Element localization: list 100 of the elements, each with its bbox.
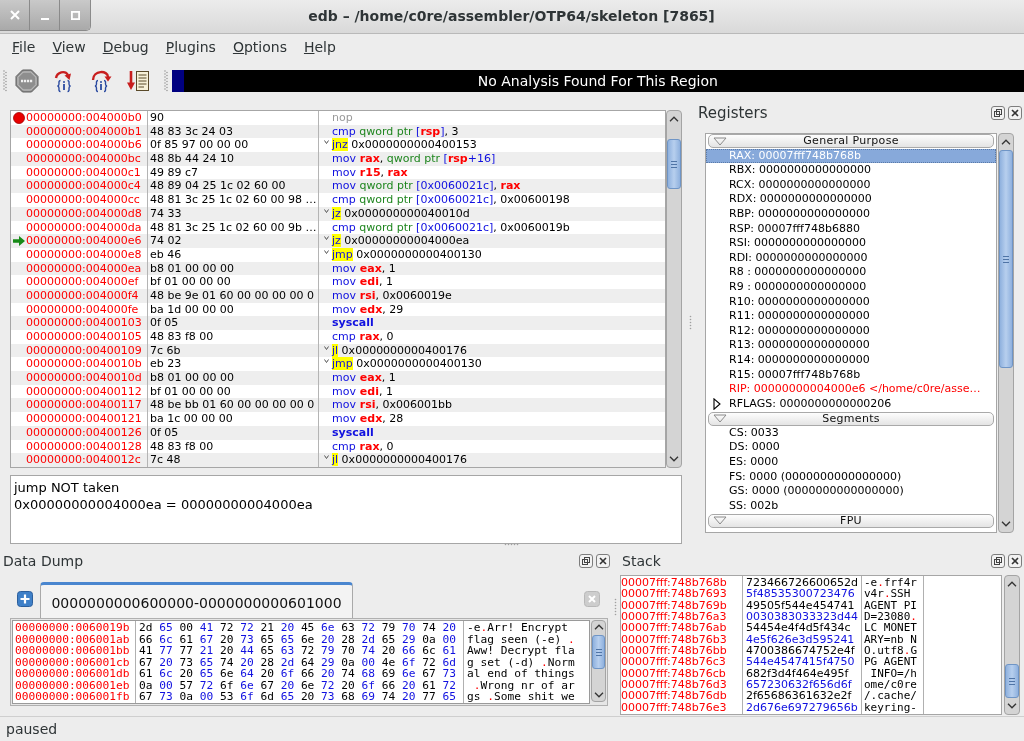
bytes-cell: 48 83 f8 00 <box>148 330 319 344</box>
register-row[interactable]: R15: 00007fff748b768b <box>706 367 996 383</box>
chevron-up-icon[interactable] <box>1001 139 1011 145</box>
address-cell-text: 00007fff:748b769b <box>621 599 728 612</box>
register-row[interactable]: RIP: 00000000004000e6 </home/c0re/asse… <box>706 382 996 397</box>
register-row[interactable]: R14: 0000000000000000 <box>706 352 996 368</box>
menu-item[interactable]: Help <box>295 37 344 57</box>
scrollbar[interactable] <box>998 133 1014 533</box>
bytes-cell: b8 01 00 00 00 <box>148 261 319 276</box>
disassembly-row[interactable]: 00000000:004000e6 74 02 jz 0x00000000004000ea <box>11 234 665 248</box>
address-cell-text: 00007fff:748b76bb <box>621 645 728 657</box>
register-row[interactable]: DS: 0000 <box>706 440 996 456</box>
disassembly-row[interactable]: 00000000:004000cc 48 81 3c 25 1c 02 60 00 98 … cmp qword ptr [0x0060021c], 0x00600198 <box>11 193 665 207</box>
address-cell: 00000000:00400121 <box>26 412 148 426</box>
stop-button[interactable] <box>12 66 42 96</box>
scroll-thumb[interactable] <box>592 635 605 669</box>
breakpoint-dot-icon[interactable] <box>12 111 25 124</box>
register-row[interactable]: GS: 0000 (0000000000000000) <box>706 484 996 499</box>
disassembly-row[interactable]: 00000000:004000b1 48 83 3c 24 03 cmp qword ptr [rsp], 3 <box>11 124 665 139</box>
scroll-thumb[interactable] <box>999 150 1013 368</box>
float-icon[interactable] <box>991 554 1005 568</box>
scroll-thumb[interactable] <box>1005 664 1019 698</box>
float-icon[interactable] <box>991 106 1005 120</box>
close-icon[interactable] <box>596 554 610 568</box>
menu-item[interactable]: Plugins <box>157 37 224 57</box>
disassembly-row[interactable]: 00000000:00400121 ba 1c 00 00 00 mov edx, 28 <box>11 412 665 426</box>
splitter-handle-icon[interactable] <box>504 543 520 546</box>
register-row[interactable]: FS: 0000 (0000000000000000) <box>706 469 996 485</box>
register-row[interactable]: ES: 0000 <box>706 455 996 470</box>
disassembly-row[interactable]: 00000000:004000ef bf 01 00 00 00 mov edi, 1 <box>11 275 665 289</box>
scrollbar[interactable] <box>666 110 682 468</box>
disassembly-row[interactable]: 00000000:00400126 0f 05 syscall <box>11 425 665 440</box>
menu-item[interactable]: File <box>4 37 44 57</box>
close-button[interactable] <box>0 0 30 30</box>
disassembly-row[interactable]: 00000000:0040010d b8 01 00 00 00 mov eax, 1 <box>11 371 665 385</box>
instruction-text: syscall <box>332 425 374 440</box>
disassembly-row[interactable]: 00000000:00400105 48 83 f8 00 cmp rax, 0 <box>11 330 665 344</box>
disassembly-row[interactable]: 00000000:004000c4 48 89 04 25 1c 02 60 00 mov qword ptr [0x0060021c], rax <box>11 179 665 194</box>
register-row[interactable]: RBX: 0000000000000000 <box>706 163 996 178</box>
register-row[interactable]: R9 : 0000000000000000 <box>706 279 996 295</box>
scrollbar[interactable] <box>1004 575 1020 715</box>
chevron-up-icon[interactable] <box>1007 581 1017 587</box>
disassembly-row[interactable]: 00000000:00400109 7c 6b jl 0x0000000000400176 <box>11 343 665 358</box>
value-cell-text: 723466726600652d <box>746 577 859 589</box>
disassembly-row[interactable]: 00000000:00400103 0f 05 syscall <box>11 316 665 330</box>
close-icon[interactable] <box>1008 106 1022 120</box>
chevron-down-icon[interactable] <box>1001 521 1011 527</box>
register-row[interactable]: RDI: 0000000000000000 <box>706 250 996 266</box>
chevron-up-icon[interactable] <box>669 116 679 122</box>
hex-bytes: 67 20 73 65 74 20 28 2d 64 29 0a 00 4e 6f 72 6d <box>139 656 457 668</box>
disassembly-row[interactable]: 00000000:00400117 48 be bb 01 60 00 00 00 00 0 mov rsi, 0x006001bb <box>11 398 665 413</box>
register-row[interactable]: SS: 002b <box>706 498 996 514</box>
group-header[interactable]: Segments <box>708 411 994 426</box>
grip-handle-icon[interactable] <box>3 70 7 92</box>
chevron-up-icon[interactable] <box>593 624 604 630</box>
register-row[interactable]: RDX: 0000000000000000 <box>706 192 996 207</box>
instruction-text: jz 0x00000000004000ea <box>332 234 470 248</box>
disassembly-row[interactable]: 00000000:004000ea b8 01 00 00 00 mov eax, 1 <box>11 261 665 276</box>
disassembly-row[interactable]: 00000000:004000f4 48 be 9e 01 60 00 00 00 00 0 mov rsi, 0x0060019e <box>11 288 665 303</box>
register-row[interactable]: R12: 0000000000000000 <box>706 323 996 339</box>
splitter-handle-icon[interactable] <box>689 315 692 331</box>
ascii-text: PG AGENT <box>864 656 918 668</box>
disassembly-row[interactable]: 00000000:004000bc 48 8b 44 24 10 mov rax, qword ptr [rsp+16] <box>11 152 665 166</box>
register-row[interactable]: CS: 0033 <box>706 425 996 441</box>
menu-item[interactable]: Options <box>224 37 295 57</box>
disassembly-row[interactable]: 00000000:0040012c 7c 48 jl 0x0000000000400176 <box>11 453 665 467</box>
menu-item[interactable]: Debug <box>94 37 157 57</box>
register-row[interactable]: R8 : 0000000000000000 <box>706 265 996 280</box>
menu-item[interactable]: View <box>44 37 94 57</box>
triangle-icon[interactable] <box>713 398 721 410</box>
grip-handle-icon[interactable] <box>163 70 168 92</box>
float-icon[interactable] <box>579 554 593 568</box>
splitter-handle-icon[interactable] <box>614 598 617 617</box>
instruction-text: cmp rax, 0 <box>332 330 394 344</box>
ascii-text: al end of things <box>467 668 576 680</box>
group-header[interactable]: General Purpose <box>708 134 994 149</box>
close-icon[interactable] <box>1008 554 1022 568</box>
group-header[interactable]: FPU <box>708 513 994 528</box>
register-row[interactable]: R11: 0000000000000000 <box>706 309 996 324</box>
disassembly-row[interactable]: 00000000:004000e8 eb 46 jmp 0x0000000000400130 <box>11 247 665 262</box>
scroll-thumb[interactable] <box>667 139 681 189</box>
scrollbar[interactable] <box>591 620 606 702</box>
chevron-down-icon[interactable] <box>1007 703 1017 709</box>
chevron-down-icon[interactable] <box>593 692 604 698</box>
disassembly-row[interactable]: 00000000:004000b0 90 nop <box>11 111 665 125</box>
chevron-down-icon[interactable] <box>669 456 679 462</box>
instruction-text: syscall <box>332 316 374 330</box>
ascii-text: ARY=nb N <box>864 633 918 646</box>
register-row[interactable]: RCX: 0000000000000000 <box>706 177 996 193</box>
ascii-text: LC MONET <box>864 622 918 634</box>
register-row[interactable]: RBP: 0000000000000000 <box>706 206 996 222</box>
register-row[interactable]: RFLAGS: 0000000000000206 <box>706 396 996 412</box>
new-tab-button[interactable] <box>17 591 33 607</box>
tab[interactable]: 0000000000600000-0000000000601000 <box>40 582 353 618</box>
register-row[interactable]: RSI: 0000000000000000 <box>706 236 996 251</box>
register-row[interactable]: R13: 0000000000000000 <box>706 338 996 353</box>
register-row[interactable]: RSP: 00007fff748b6880 <box>706 221 996 237</box>
disassembly-row[interactable]: 00000000:004000d8 74 33 jz 0x000000000040010d <box>11 206 665 221</box>
register-row[interactable]: R10: 0000000000000000 <box>706 294 996 310</box>
ascii-text: keyring- <box>864 701 918 714</box>
